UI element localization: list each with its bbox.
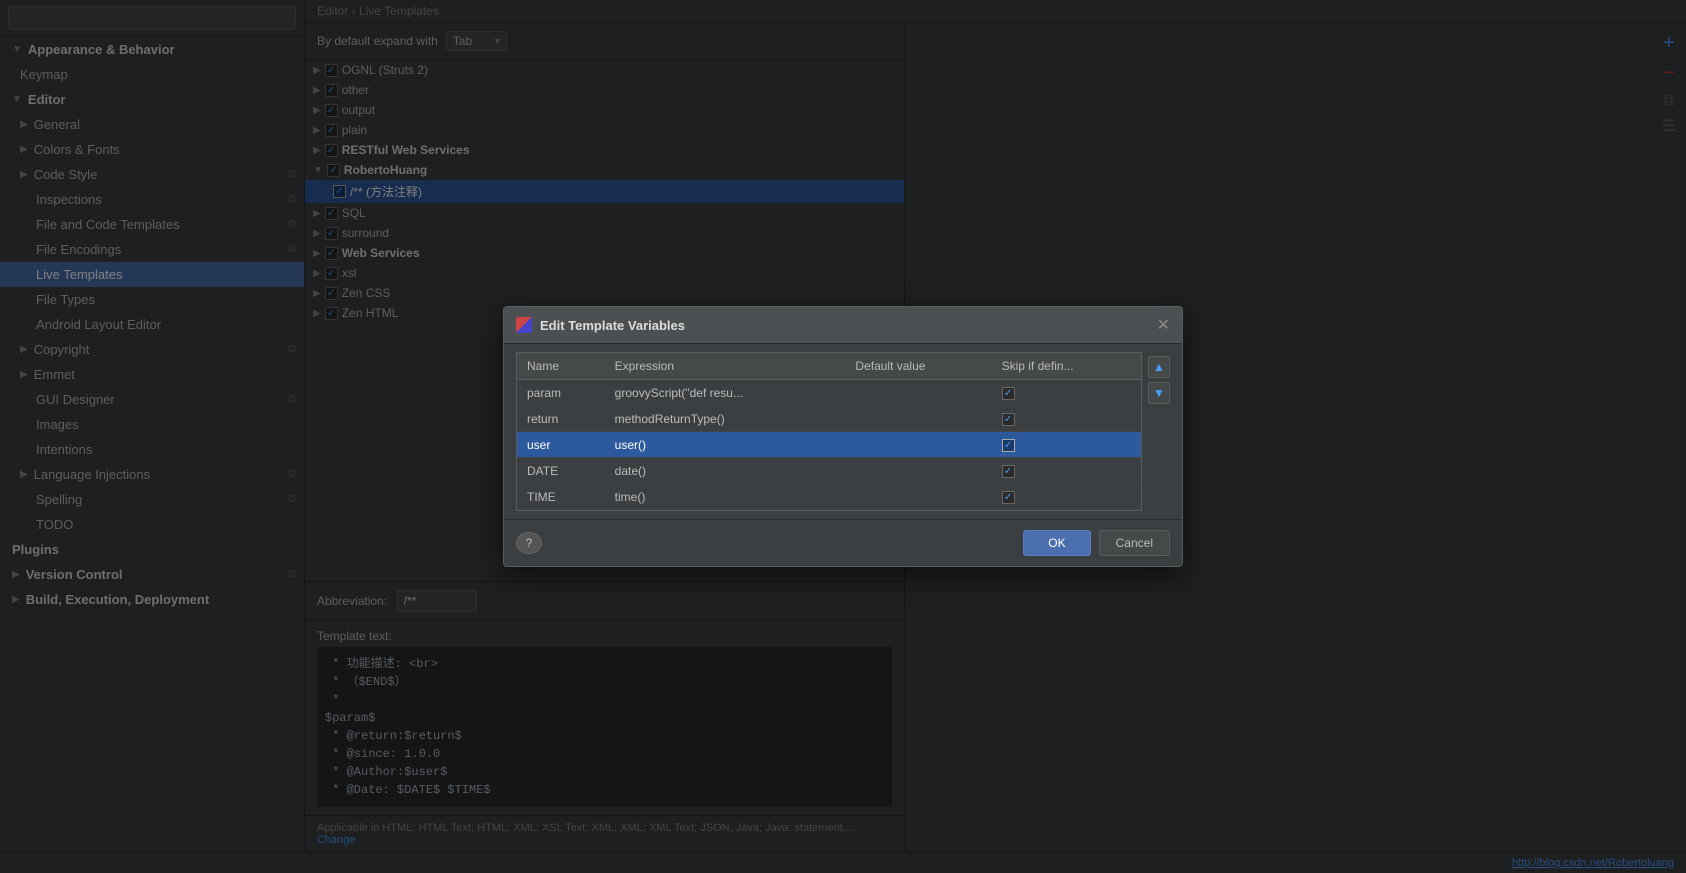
row-skip: ✓ <box>992 406 1141 432</box>
skip-checkbox[interactable]: ✓ <box>1002 439 1015 452</box>
row-name: DATE <box>517 458 605 484</box>
row-name: param <box>517 380 605 406</box>
skip-checkbox[interactable]: ✓ <box>1002 413 1015 426</box>
table-row[interactable]: TIME time() ✓ <box>517 484 1141 510</box>
row-skip: ✓ <box>992 432 1141 458</box>
row-default <box>845 406 991 432</box>
scroll-down-button[interactable]: ▼ <box>1148 382 1170 404</box>
table-row[interactable]: DATE date() ✓ <box>517 458 1141 484</box>
row-expression: time() <box>605 484 846 510</box>
ok-button[interactable]: OK <box>1023 530 1090 556</box>
col-default-value: Default value <box>845 353 991 380</box>
modal-table-row-wrap: Name Expression Default value Skip if de… <box>516 352 1170 511</box>
modal-title-bar: Edit Template Variables ✕ <box>504 307 1182 344</box>
row-skip: ✓ <box>992 380 1141 406</box>
row-expression: methodReturnType() <box>605 406 846 432</box>
row-skip: ✓ <box>992 484 1141 510</box>
row-skip: ✓ <box>992 458 1141 484</box>
cancel-button[interactable]: Cancel <box>1099 530 1170 556</box>
col-name: Name <box>517 353 605 380</box>
skip-checkbox[interactable]: ✓ <box>1002 465 1015 478</box>
modal-button-group: OK Cancel <box>1023 530 1170 556</box>
row-expression: user() <box>605 432 846 458</box>
row-name: user <box>517 432 605 458</box>
skip-checkbox[interactable]: ✓ <box>1002 491 1015 504</box>
col-skip: Skip if defin... <box>992 353 1141 380</box>
scroll-up-button[interactable]: ▲ <box>1148 356 1170 378</box>
modal-title-icon <box>516 317 532 333</box>
row-name: TIME <box>517 484 605 510</box>
modal-close-button[interactable]: ✕ <box>1157 315 1170 335</box>
table-row-selected[interactable]: user user() ✓ <box>517 432 1141 458</box>
table-row[interactable]: param groovyScript("def resu... ✓ <box>517 380 1141 406</box>
modal-title-text: Edit Template Variables <box>540 318 685 333</box>
row-expression: groovyScript("def resu... <box>605 380 846 406</box>
modal-table-wrap: Name Expression Default value Skip if de… <box>504 344 1182 519</box>
modal-footer: ? OK Cancel <box>504 519 1182 566</box>
help-button[interactable]: ? <box>516 532 542 554</box>
modal-scroll-buttons: ▲ ▼ <box>1148 352 1170 408</box>
modal-title: Edit Template Variables <box>516 317 685 333</box>
row-default <box>845 484 991 510</box>
row-default <box>845 380 991 406</box>
row-default <box>845 458 991 484</box>
row-expression: date() <box>605 458 846 484</box>
modal-dialog: Edit Template Variables ✕ Name Expressio… <box>503 306 1183 567</box>
modal-table: Name Expression Default value Skip if de… <box>517 353 1141 510</box>
modal-overlay: Edit Template Variables ✕ Name Expressio… <box>0 0 1686 873</box>
table-row[interactable]: return methodReturnType() ✓ <box>517 406 1141 432</box>
skip-checkbox[interactable]: ✓ <box>1002 387 1015 400</box>
col-expression: Expression <box>605 353 846 380</box>
modal-table-container: Name Expression Default value Skip if de… <box>516 352 1142 511</box>
row-default <box>845 432 991 458</box>
row-name: return <box>517 406 605 432</box>
